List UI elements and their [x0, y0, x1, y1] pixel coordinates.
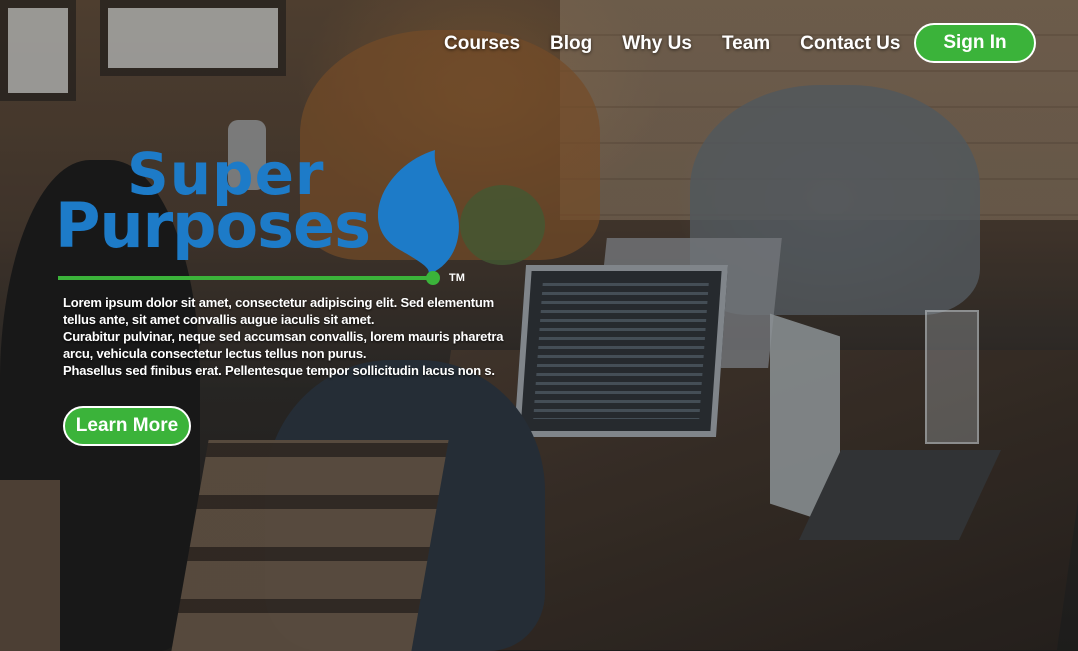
nav-item-blog[interactable]: Blog	[550, 33, 592, 55]
logo-underline-dot	[426, 271, 440, 285]
nav-item-why-us[interactable]: Why Us	[622, 33, 692, 55]
nav-item-courses[interactable]: Courses	[444, 33, 520, 55]
nav-item-team[interactable]: Team	[722, 33, 770, 55]
hero-paragraph: Lorem ipsum dolor sit amet, consectetur …	[63, 295, 494, 327]
hero-paragraph: Curabitur pulvinar, neque sed accumsan c…	[63, 329, 504, 361]
logo-trademark: TM	[449, 272, 465, 284]
sign-in-button[interactable]: Sign In	[914, 23, 1036, 63]
nav-item-contact-us[interactable]: Contact Us	[800, 33, 900, 55]
logo-line2: Purposes	[55, 189, 371, 262]
hero-paragraph: Phasellus sed finibus erat. Pellentesque…	[63, 363, 495, 378]
logo-drop-shape	[377, 150, 459, 275]
hero-text: Lorem ipsum dolor sit amet, consectetur …	[63, 294, 513, 379]
super-purposes-logo[interactable]: Super Purposes TM	[55, 145, 475, 290]
learn-more-button[interactable]: Learn More	[63, 406, 191, 446]
